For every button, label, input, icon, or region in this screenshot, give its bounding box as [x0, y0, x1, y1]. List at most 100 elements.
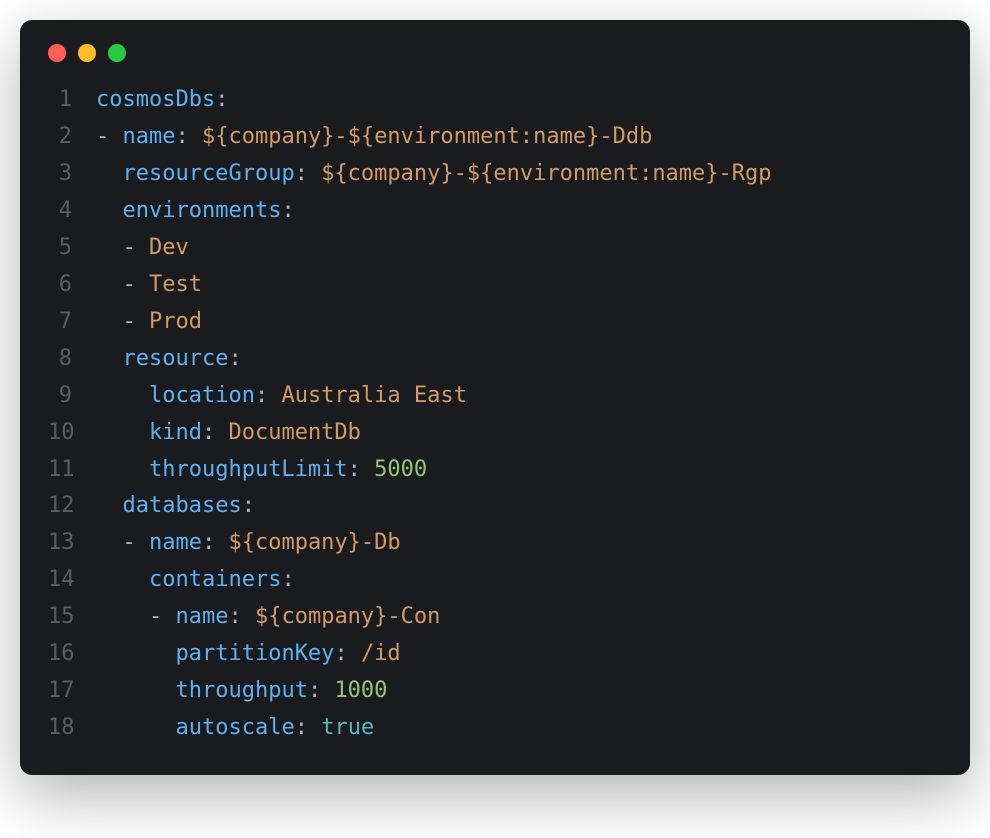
line-number: 6: [48, 267, 96, 304]
token-str: ${company}-${environment:name}-Rgp: [321, 161, 771, 186]
token-plain: -: [96, 272, 149, 297]
token-key: partitionKey: [175, 641, 334, 666]
token-key: throughput: [175, 678, 307, 703]
line-number: 8: [48, 341, 96, 378]
token-num: 1000: [334, 678, 387, 703]
code-line: 9 location: Australia East: [48, 378, 942, 415]
token-str: DocumentDb: [228, 420, 360, 445]
token-plain: [96, 678, 175, 703]
token-str: /id: [361, 641, 401, 666]
code-line: 1cosmosDbs:: [48, 82, 942, 119]
code-content: environments:: [96, 193, 295, 230]
line-number: 17: [48, 673, 96, 710]
token-plain: [96, 641, 175, 666]
line-number: 16: [48, 636, 96, 673]
line-number: 4: [48, 193, 96, 230]
token-plain: :: [202, 420, 229, 445]
token-key: name: [123, 124, 176, 149]
code-area: 1cosmosDbs:2- name: ${company}-${environ…: [20, 82, 970, 747]
code-line: 16 partitionKey: /id: [48, 636, 942, 673]
token-plain: [96, 420, 149, 445]
code-content: - name: ${company}-Con: [96, 599, 440, 636]
line-number: 10: [48, 415, 96, 452]
token-key: cosmosDbs: [96, 87, 215, 112]
token-plain: [96, 567, 149, 592]
token-key: throughputLimit: [149, 457, 348, 482]
code-content: kind: DocumentDb: [96, 415, 361, 452]
token-str: ${company}-Con: [255, 604, 440, 629]
token-plain: :: [308, 678, 335, 703]
token-plain: -: [96, 604, 175, 629]
token-str: Australia East: [281, 383, 466, 408]
token-plain: [96, 493, 123, 518]
line-number: 11: [48, 452, 96, 489]
code-content: databases:: [96, 488, 255, 525]
token-plain: [96, 346, 123, 371]
token-plain: [96, 457, 149, 482]
maximize-icon[interactable]: [108, 44, 126, 62]
line-number: 7: [48, 304, 96, 341]
code-content: - Dev: [96, 230, 189, 267]
token-key: databases: [123, 493, 242, 518]
code-content: resource:: [96, 341, 242, 378]
token-key: autoscale: [175, 715, 294, 740]
code-line: 2- name: ${company}-${environment:name}-…: [48, 119, 942, 156]
token-str: ${company}-${environment:name}-Ddb: [202, 124, 652, 149]
token-plain: :: [202, 530, 229, 555]
line-number: 15: [48, 599, 96, 636]
token-plain: :: [281, 567, 294, 592]
token-plain: [96, 198, 123, 223]
code-line: 6 - Test: [48, 267, 942, 304]
token-plain: -: [96, 124, 123, 149]
line-number: 3: [48, 156, 96, 193]
token-key: name: [175, 604, 228, 629]
token-plain: :: [228, 346, 241, 371]
code-content: throughput: 1000: [96, 673, 387, 710]
token-key: resource: [123, 346, 229, 371]
code-content: - name: ${company}-${environment:name}-D…: [96, 119, 652, 156]
code-content: - Test: [96, 267, 202, 304]
code-line: 17 throughput: 1000: [48, 673, 942, 710]
line-number: 2: [48, 119, 96, 156]
token-bool: true: [321, 715, 374, 740]
token-plain: [96, 383, 149, 408]
token-str: Dev: [149, 235, 189, 260]
token-plain: [96, 715, 175, 740]
line-number: 5: [48, 230, 96, 267]
close-icon[interactable]: [48, 44, 66, 62]
token-plain: -: [96, 235, 149, 260]
code-line: 11 throughputLimit: 5000: [48, 452, 942, 489]
token-plain: [96, 161, 123, 186]
line-number: 1: [48, 82, 96, 119]
code-content: autoscale: true: [96, 710, 374, 747]
token-num: 5000: [374, 457, 427, 482]
code-content: partitionKey: /id: [96, 636, 401, 673]
code-line: 10 kind: DocumentDb: [48, 415, 942, 452]
token-plain: :: [295, 161, 322, 186]
token-plain: -: [96, 309, 149, 334]
code-line: 4 environments:: [48, 193, 942, 230]
token-str: Prod: [149, 309, 202, 334]
code-line: 5 - Dev: [48, 230, 942, 267]
token-plain: :: [255, 383, 282, 408]
code-content: location: Australia East: [96, 378, 467, 415]
line-number: 18: [48, 710, 96, 747]
token-plain: :: [215, 87, 228, 112]
token-plain: :: [348, 457, 375, 482]
code-line: 3 resourceGroup: ${company}-${environmen…: [48, 156, 942, 193]
code-content: - Prod: [96, 304, 202, 341]
code-line: 8 resource:: [48, 341, 942, 378]
line-number: 12: [48, 488, 96, 525]
token-plain: :: [334, 641, 361, 666]
line-number: 9: [48, 378, 96, 415]
token-key: location: [149, 383, 255, 408]
minimize-icon[interactable]: [78, 44, 96, 62]
token-plain: :: [242, 493, 255, 518]
titlebar: [20, 44, 970, 82]
token-plain: :: [281, 198, 294, 223]
line-number: 14: [48, 562, 96, 599]
token-str: Test: [149, 272, 202, 297]
token-key: environments: [123, 198, 282, 223]
token-plain: :: [175, 124, 202, 149]
code-line: 18 autoscale: true: [48, 710, 942, 747]
